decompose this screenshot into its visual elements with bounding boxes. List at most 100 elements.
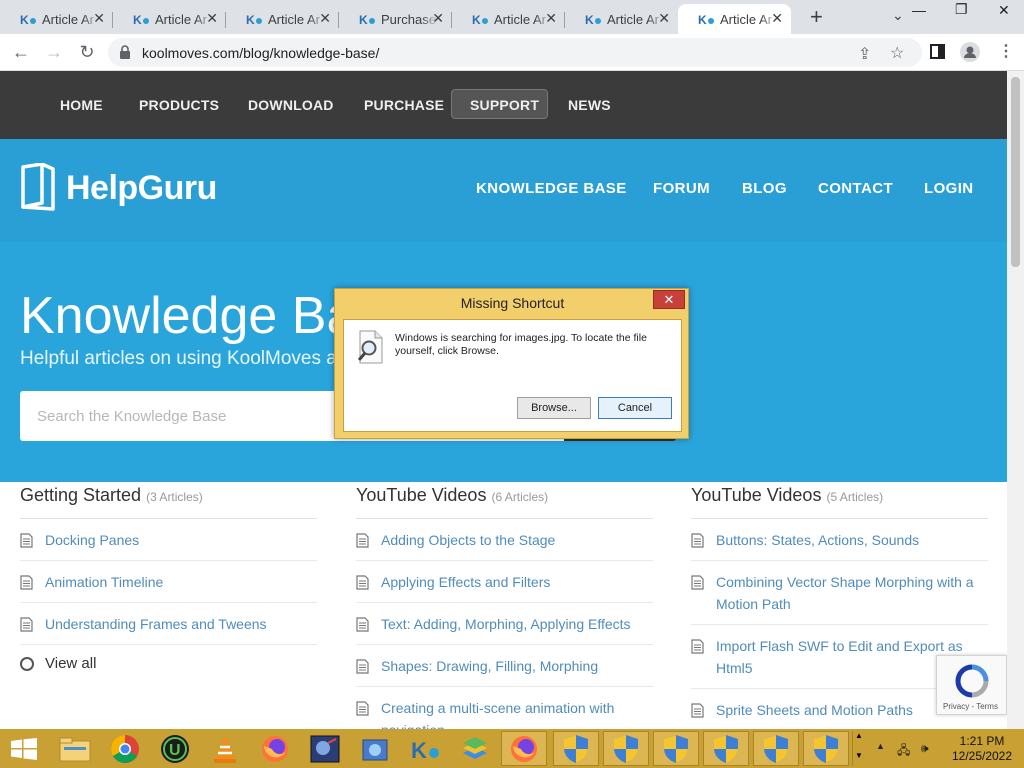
close-tab-icon[interactable]: ✕ [771, 10, 783, 27]
nav-support-link[interactable]: SUPPORT [470, 97, 539, 113]
uac-shield-taskbar-button[interactable] [653, 731, 699, 766]
uac-shield-taskbar-button[interactable] [703, 731, 749, 766]
view-all-link[interactable]: View all [20, 645, 317, 681]
browser-tab[interactable]: K Article Ar ✕ [452, 4, 565, 34]
profile-avatar-icon[interactable] [960, 42, 980, 62]
scrollbar-thumb[interactable] [1011, 77, 1020, 267]
article-link[interactable]: Text: Adding, Morphing, Applying Effects [356, 603, 653, 645]
side-panel-icon[interactable] [930, 44, 945, 59]
recaptcha-badge[interactable]: Privacy - Terms [936, 655, 1007, 715]
nav-news-link[interactable]: NEWS [568, 97, 611, 113]
firefox-taskbar-button[interactable] [501, 731, 547, 766]
address-bar[interactable]: koolmoves.com/blog/knowledge-base/ ⇪ ☆ [108, 38, 922, 67]
site-top-nav: HOME PRODUCTS DOWNLOAD PURCHASE SUPPORT … [0, 71, 1007, 139]
page-scrollbar[interactable] [1007, 71, 1024, 729]
more-menu-icon[interactable]: ⋮ [998, 41, 1014, 61]
cancel-button[interactable]: Cancel [598, 397, 672, 419]
recaptcha-links[interactable]: Privacy - Terms [943, 702, 998, 711]
category-getting-started: Getting Started (3 Articles) Docking Pan… [20, 482, 317, 681]
minimize-icon[interactable]: — [912, 2, 926, 18]
restore-icon[interactable]: ❐ [955, 1, 968, 18]
uac-shield-taskbar-button[interactable] [553, 731, 599, 766]
koolmoves-favicon-icon: K [133, 13, 149, 25]
close-tab-icon[interactable]: ✕ [206, 10, 218, 27]
document-icon [356, 659, 369, 674]
document-icon [691, 639, 704, 654]
nav-blog-link[interactable]: BLOG [742, 180, 787, 197]
article-link[interactable]: Buttons: States, Actions, Sounds [691, 519, 988, 561]
article-link[interactable]: Animation Timeline [20, 561, 317, 603]
dialog-message: Windows is searching for images.jpg. To … [395, 332, 647, 357]
nav-purchase-link[interactable]: PURCHASE [364, 97, 444, 113]
dialog-close-button[interactable]: ✕ [653, 290, 685, 309]
bluestacks-taskbar-button[interactable] [452, 731, 498, 766]
tab-title: Article Ar [42, 11, 95, 27]
tray-overflow-icon[interactable]: ▲ [876, 741, 885, 751]
tab-search-chevron-icon[interactable]: ⌄ [892, 7, 904, 24]
taskbar-scroll-arrows[interactable]: ▲ ▼ [852, 731, 863, 766]
koolmoves-favicon-icon: K [472, 13, 488, 25]
uac-shield-taskbar-button[interactable] [603, 731, 649, 766]
article-link[interactable]: Creating a multi-scene animation with na… [356, 687, 653, 729]
article-link[interactable]: Shapes: Drawing, Filling, Morphing [356, 645, 653, 687]
uac-shield-taskbar-button[interactable] [753, 731, 799, 766]
bookmark-star-icon[interactable]: ☆ [890, 43, 904, 63]
file-explorer-taskbar-button[interactable] [52, 731, 98, 766]
volume-icon[interactable]: 🕪 [921, 741, 929, 756]
browser-tab[interactable]: K Article Ar ✕ [226, 4, 339, 34]
chrome-taskbar-button[interactable] [102, 731, 148, 766]
document-icon [691, 703, 704, 718]
article-link[interactable]: Understanding Frames and Tweens [20, 603, 317, 645]
taskbar-down-arrow-icon[interactable]: ▼ [855, 751, 863, 760]
uac-shield-taskbar-button[interactable] [803, 731, 849, 766]
koolmoves-taskbar-button[interactable]: K [402, 731, 448, 766]
site-logo-text[interactable]: HelpGuru [66, 169, 217, 208]
folder-icon [59, 737, 91, 761]
close-tab-icon[interactable]: ✕ [432, 10, 444, 27]
browser-tab[interactable]: K Article Ar ✕ [113, 4, 226, 34]
nav-forum-link[interactable]: FORUM [653, 180, 710, 197]
close-tab-icon[interactable]: ✕ [319, 10, 331, 27]
start-button[interactable] [0, 731, 48, 766]
utorrent-taskbar-button[interactable]: U [152, 731, 198, 766]
network-icon[interactable]: 🖧 [897, 741, 910, 762]
category-title: YouTube Videos (5 Articles) [691, 485, 884, 505]
nav-products-link[interactable]: PRODUCTS [139, 97, 219, 113]
new-tab-plus-icon[interactable]: + [810, 4, 823, 30]
close-tab-icon[interactable]: ✕ [545, 10, 557, 27]
forward-arrow-icon[interactable]: → [43, 41, 65, 63]
share-icon[interactable]: ⇪ [858, 44, 871, 64]
app-taskbar-button[interactable] [352, 731, 398, 766]
article-link[interactable]: Docking Panes [20, 519, 317, 561]
back-arrow-icon[interactable]: ← [10, 41, 32, 63]
article-link[interactable]: Combining Vector Shape Morphing with a M… [691, 561, 988, 625]
helpguru-header: HelpGuru KNOWLEDGE BASE FORUM BLOG CONTA… [0, 139, 1007, 242]
article-count: (3 Articles) [146, 490, 203, 504]
app-taskbar-button[interactable] [302, 731, 348, 766]
close-tab-icon[interactable]: ✕ [93, 10, 105, 27]
browser-tab[interactable]: K Article Ar ✕ [0, 4, 113, 34]
nav-download-link[interactable]: DOWNLOAD [248, 97, 334, 113]
reload-icon[interactable]: ↻ [76, 41, 98, 63]
document-icon [20, 533, 33, 548]
browser-tab[interactable]: K Article Ar ✕ [565, 4, 678, 34]
svg-text:K: K [585, 13, 594, 25]
taskbar-up-arrow-icon[interactable]: ▲ [855, 731, 863, 740]
nav-knowledge-base-link[interactable]: KNOWLEDGE BASE [476, 180, 627, 197]
document-icon [691, 575, 704, 590]
browser-tab-active[interactable]: K Article Ar ✕ [678, 4, 791, 34]
nav-login-link[interactable]: LOGIN [924, 180, 974, 197]
book-logo-icon[interactable] [20, 163, 56, 211]
browse-button[interactable]: Browse... [517, 397, 591, 419]
article-link[interactable]: Adding Objects to the Stage [356, 519, 653, 561]
close-tab-icon[interactable]: ✕ [658, 10, 670, 27]
browser-tab[interactable]: K Purchase ✕ [339, 4, 452, 34]
article-link[interactable]: Applying Effects and Filters [356, 561, 653, 603]
system-clock[interactable]: 1:21 PM 12/25/2022 [944, 734, 1020, 764]
nav-contact-link[interactable]: CONTACT [818, 180, 893, 197]
firefox-taskbar-button[interactable] [252, 731, 298, 766]
nav-home-link[interactable]: HOME [60, 97, 103, 113]
close-window-icon[interactable]: ✕ [998, 2, 1010, 19]
tab-title: Article Ar [494, 11, 547, 27]
vlc-taskbar-button[interactable] [202, 731, 248, 766]
